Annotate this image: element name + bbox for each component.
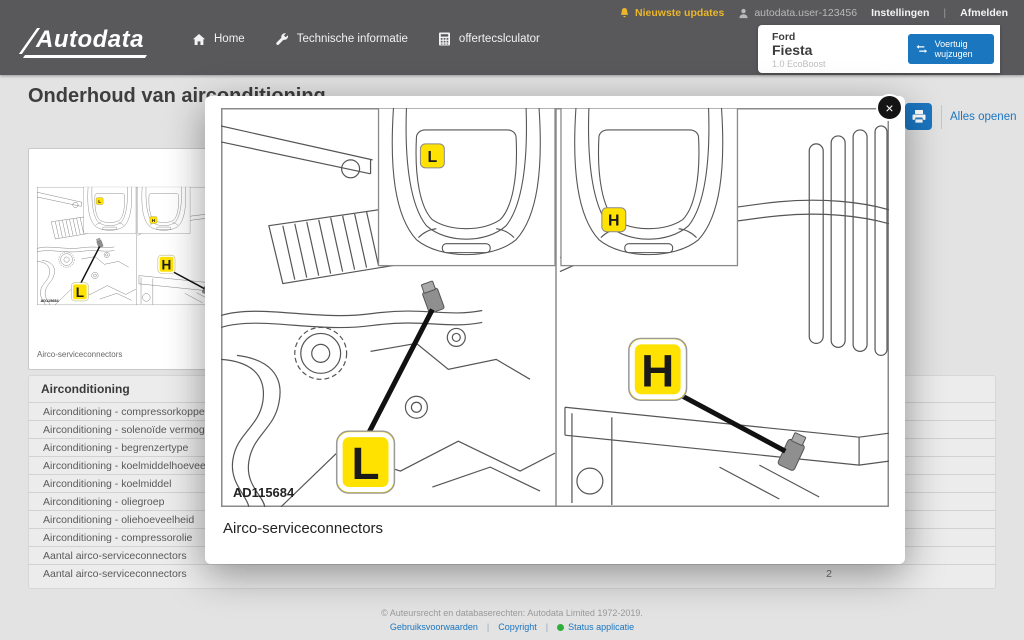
open-all-divider xyxy=(941,104,942,129)
nav-item-offerte-calculator[interactable]: offertecslculator xyxy=(438,32,540,46)
user-icon xyxy=(739,8,748,18)
change-vehicle-button[interactable]: Voertuig wujzugen xyxy=(908,34,994,64)
service-connectors-diagram xyxy=(221,108,889,507)
page-footer: © Auteursrecht en databaserechten: Autod… xyxy=(0,608,1024,632)
print-button[interactable] xyxy=(905,103,932,130)
printer-icon xyxy=(912,110,925,124)
nav-item-technische-informatie[interactable]: Technische informatie xyxy=(275,32,408,46)
autodata-logo[interactable]: Autodata xyxy=(22,26,150,58)
top-utility-bar: Nieuwste updates autodata.user-123456 In… xyxy=(619,7,1008,19)
modal-caption: Airco-serviceconnectors xyxy=(223,520,384,537)
row-label: Aantal airco-serviceconnectors xyxy=(43,550,187,562)
user-account[interactable]: autodata.user-123456 xyxy=(738,7,857,19)
nav-item-home[interactable]: Home xyxy=(192,33,245,46)
close-icon[interactable]: × xyxy=(876,94,903,121)
change-vehicle-label: Voertuig wujzugen xyxy=(934,38,973,59)
open-all-link[interactable]: Alles openen xyxy=(950,111,1017,123)
copyright-link[interactable]: Copyright xyxy=(498,622,537,632)
vehicle-engine: 1.0 EcoBoost xyxy=(772,59,826,69)
status-green-dot xyxy=(557,623,565,631)
thumbnail-caption: Airco-serviceconnectors xyxy=(37,350,123,359)
settings-link[interactable]: Instellingen xyxy=(871,7,929,19)
row-label: Aantal airco-serviceconnectors xyxy=(43,568,187,580)
swap-arrows-icon xyxy=(916,45,928,53)
nav-calculator-label: offertecslculator xyxy=(458,33,540,45)
newest-updates-label: Nieuwste updates xyxy=(635,7,725,19)
copyright-text: © Auteursrecht en databaserechten: Autod… xyxy=(381,608,643,618)
calculator-icon xyxy=(438,32,450,46)
wrench-icon xyxy=(275,33,288,45)
main-navigation: Home Technische informatie offertecslcul… xyxy=(192,32,540,46)
home-icon xyxy=(193,33,205,45)
nav-technical-label: Technische informatie xyxy=(296,33,408,45)
logout-link[interactable]: Afmelden xyxy=(960,7,1008,19)
vehicle-model: Fiesta xyxy=(772,42,813,58)
bell-icon xyxy=(621,7,629,18)
terms-link[interactable]: Gebruiksvoorwaarden xyxy=(390,622,478,632)
username-label: autodata.user-123456 xyxy=(754,7,858,19)
row-label: Airconditioning - begrenzertype xyxy=(43,442,189,454)
diagram-modal: × Airco-serviceconnectors xyxy=(205,94,905,564)
row-label: Airconditioning - oliegroep xyxy=(43,496,165,508)
table-row[interactable]: Aantal airco-serviceconnectors 2 xyxy=(29,564,995,582)
row-label: Airconditioning - compressorolie xyxy=(43,532,193,544)
nav-home-label: Home xyxy=(214,33,245,45)
footer-divider: | xyxy=(486,622,490,632)
newest-updates-link[interactable]: Nieuwste updates xyxy=(619,7,724,19)
row-label: Airconditioning - koelmiddelhoeveelheid xyxy=(43,460,229,472)
vehicle-card: Ford Fiesta 1.0 EcoBoost Voertuig wujzug… xyxy=(758,25,1000,73)
footer-divider: | xyxy=(545,622,549,632)
status-link[interactable]: Status applicatie xyxy=(557,622,634,632)
row-label: Airconditioning - oliehoeveelheid xyxy=(43,514,195,526)
topbar-divider: | xyxy=(943,7,947,19)
open-all-group: Alles openen xyxy=(905,103,1017,130)
status-label: Status applicatie xyxy=(568,622,635,632)
row-value: 2 xyxy=(826,568,832,580)
row-label: Airconditioning - koelmiddel xyxy=(43,478,172,490)
